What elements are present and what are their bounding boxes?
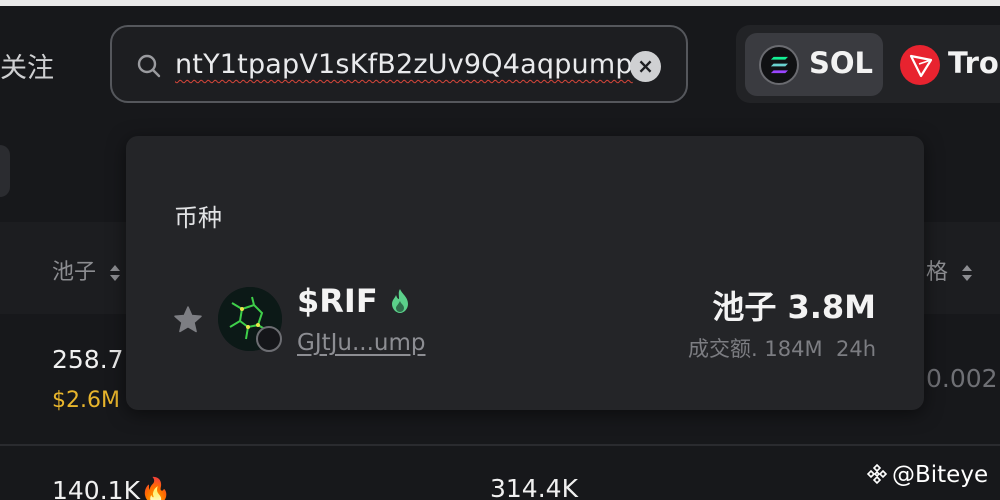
fire-icon: 🔥 [139, 476, 172, 500]
tron-icon [900, 45, 940, 85]
timeframe-label: 24h [835, 337, 876, 361]
sort-icon [110, 265, 121, 281]
table-cell-pool: 258.7 [52, 345, 124, 374]
token-volume: 成交额. 184M 24h [688, 337, 876, 361]
table-cell-pool-usd: $2.6M [52, 388, 120, 413]
chain-chip-sol[interactable]: SOL [745, 33, 883, 96]
star-icon[interactable] [172, 304, 204, 336]
table-cell-pool: 140.1K🔥 [52, 476, 171, 500]
section-title: 币种 [174, 204, 222, 232]
watermark: @Biteye [866, 462, 988, 488]
solana-badge-icon [256, 326, 282, 352]
table-cell-volume: 314.4K [490, 474, 578, 500]
close-icon: × [637, 54, 654, 78]
clear-search-button[interactable]: × [630, 51, 661, 82]
token-symbol[interactable]: $RIF [297, 282, 411, 320]
tab-follow[interactable]: 关注 [0, 46, 54, 85]
chain-name: Tro [948, 46, 999, 80]
column-header-price[interactable]: 格 [926, 254, 973, 286]
column-header-label: 池子 [52, 260, 97, 285]
column-header-pool[interactable]: 池子 [52, 254, 121, 286]
chain-name: SOL [809, 46, 874, 80]
token-pool-size: 池子 3.8M [712, 288, 876, 326]
token-address-link[interactable]: GJtJu...ump [297, 330, 426, 356]
solana-icon [759, 45, 799, 85]
search-results-dropdown: 币种 $RIF GJtJu...ump 池子 3.8M 成交额. 184M 24… [126, 136, 924, 410]
search-icon [137, 54, 161, 78]
filter-button[interactable] [0, 145, 10, 197]
window-top-border [0, 0, 1000, 6]
fire-icon [391, 289, 408, 313]
search-input[interactable]: ntY1tpapV1sKfB2zUv9Q4aqpump [175, 49, 633, 80]
search-box[interactable]: ntY1tpapV1sKfB2zUv9Q4aqpump × [110, 25, 688, 103]
table-cell-price: 0.002 [926, 364, 998, 393]
column-header-label: 格 [926, 260, 949, 285]
binance-icon [866, 463, 888, 485]
row-divider [0, 444, 1000, 446]
sort-icon [962, 265, 973, 281]
chain-chip-tron[interactable]: Tro [898, 33, 1000, 96]
